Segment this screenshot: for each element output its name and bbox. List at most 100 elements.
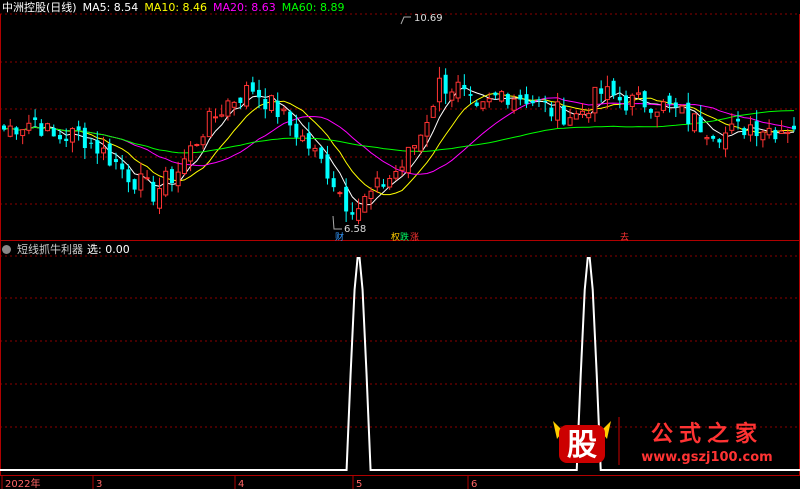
candle-body bbox=[393, 170, 399, 179]
candle-body bbox=[648, 108, 653, 113]
ma-legend-item: MA20: 8.63 bbox=[213, 1, 276, 14]
candle-body bbox=[374, 177, 380, 188]
candle-body bbox=[536, 99, 541, 101]
max-price-label: 10.69 bbox=[414, 13, 443, 24]
candle-body bbox=[175, 171, 181, 187]
candle-body bbox=[760, 131, 766, 141]
candle-body bbox=[711, 136, 716, 139]
candlestick bbox=[206, 107, 212, 138]
x-tick-label: 2022年 bbox=[5, 477, 40, 489]
candle-body bbox=[424, 122, 430, 137]
candle-body bbox=[2, 125, 6, 130]
candle-body bbox=[275, 100, 280, 118]
candle-body bbox=[268, 95, 274, 111]
stock-title: 中洲控股(日线) bbox=[2, 1, 77, 14]
candle-body bbox=[344, 186, 349, 212]
candlestick bbox=[45, 122, 51, 132]
candle-body bbox=[225, 100, 231, 117]
ma-legend: MA5: 8.54 MA10: 8.46 MA20: 8.63 MA60: 8.89 bbox=[83, 1, 351, 14]
candle-body bbox=[455, 81, 461, 99]
candle-body bbox=[449, 91, 455, 101]
indicator-title: 短线抓牛利器 bbox=[17, 243, 83, 256]
min-price-label: 6.58 bbox=[344, 224, 366, 235]
ma-legend-item: MA60: 8.89 bbox=[281, 1, 345, 14]
candle-body bbox=[238, 97, 243, 104]
candle-body bbox=[244, 85, 250, 107]
top-header: 中洲控股(日线) MA5: 8.54 MA10: 8.46 MA20: 8.63 MA6… bbox=[2, 1, 356, 15]
candlestick bbox=[499, 89, 505, 103]
candle-body bbox=[257, 89, 262, 98]
ma-legend-item: MA10: 8.46 bbox=[144, 1, 208, 14]
candle-body bbox=[599, 88, 604, 94]
ma-legend-item: MA5: 8.54 bbox=[82, 1, 139, 14]
candle-body bbox=[736, 118, 741, 122]
candle-body bbox=[418, 134, 424, 152]
candle-body bbox=[350, 212, 355, 215]
candle-body bbox=[300, 135, 306, 142]
candle-body bbox=[624, 95, 629, 111]
candle-body bbox=[231, 101, 237, 108]
candle-body bbox=[138, 173, 144, 191]
candle-body bbox=[51, 127, 56, 137]
candlestick bbox=[679, 104, 685, 114]
logo-glyph: 股 bbox=[567, 428, 597, 463]
candle-body bbox=[20, 129, 26, 137]
candle-body bbox=[45, 123, 51, 132]
candle-body bbox=[742, 128, 747, 136]
candle-body bbox=[263, 99, 268, 110]
candle-body bbox=[792, 125, 796, 130]
candle-body bbox=[181, 158, 187, 175]
candle-body bbox=[530, 100, 535, 104]
logo-url: www.gszj100.com bbox=[641, 450, 772, 465]
candle-body bbox=[57, 134, 62, 140]
candle-body bbox=[698, 116, 703, 133]
candlestick bbox=[244, 81, 250, 109]
candle-body bbox=[518, 94, 523, 100]
candle-body bbox=[629, 94, 635, 108]
candle-body bbox=[288, 111, 293, 126]
candle-body bbox=[356, 208, 362, 221]
event-marker: 涨 bbox=[410, 232, 419, 243]
watermark-logo: 股 公式之家 www.gszj100.com bbox=[553, 417, 773, 465]
candle-body bbox=[499, 91, 505, 102]
candle-body bbox=[169, 169, 174, 184]
candle-body bbox=[462, 84, 467, 90]
x-tick-label: 5 bbox=[356, 479, 362, 489]
candle-body bbox=[611, 80, 616, 96]
candle-body bbox=[381, 184, 386, 187]
candle-body bbox=[686, 102, 691, 125]
candlestick bbox=[163, 166, 169, 198]
candle-body bbox=[312, 147, 318, 152]
indicator-settings-icon[interactable] bbox=[2, 245, 11, 254]
candle-body bbox=[592, 86, 598, 114]
candle-body bbox=[493, 92, 498, 96]
candle-body bbox=[543, 100, 548, 103]
candle-body bbox=[337, 192, 343, 195]
candle-body bbox=[39, 123, 44, 136]
candle-body bbox=[779, 130, 785, 134]
candle-body bbox=[785, 131, 791, 135]
candle-body bbox=[505, 93, 510, 105]
candle-body bbox=[405, 146, 411, 174]
candle-body bbox=[387, 177, 393, 188]
candle-body bbox=[194, 144, 200, 147]
candle-body bbox=[480, 101, 486, 109]
candle-body bbox=[691, 113, 697, 132]
candle-body bbox=[573, 113, 579, 120]
candle-body bbox=[412, 145, 418, 149]
candle-body bbox=[157, 188, 163, 209]
candle-body bbox=[773, 129, 778, 140]
candle-body bbox=[443, 74, 448, 94]
candle-body bbox=[7, 125, 13, 137]
candle-body bbox=[679, 105, 685, 114]
candle-body bbox=[33, 117, 38, 121]
candle-body bbox=[549, 107, 554, 117]
candle-body bbox=[163, 170, 169, 196]
candle-body bbox=[399, 166, 405, 171]
candle-body bbox=[642, 91, 647, 108]
candlestick bbox=[268, 94, 274, 113]
candle-body bbox=[14, 127, 19, 135]
candle-body bbox=[555, 101, 561, 121]
candle-body bbox=[430, 105, 436, 118]
candle-body bbox=[132, 179, 137, 190]
